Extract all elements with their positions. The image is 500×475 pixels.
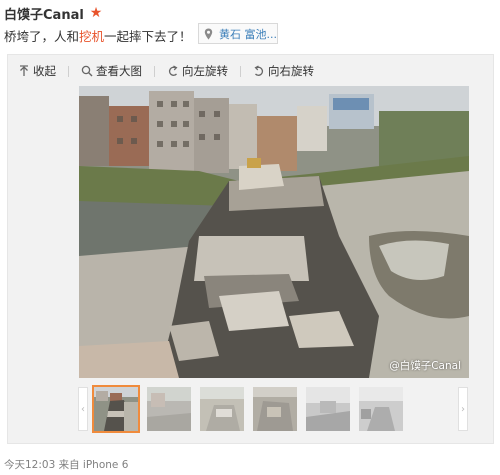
thumbnail-5[interactable] xyxy=(306,387,350,431)
media-panel: 收起 查看大图 向左旋转 向右旋转 @白馍子Canal ‹ › xyxy=(7,54,494,444)
rotate-right-button[interactable]: 向右旋转 xyxy=(253,63,314,79)
collapsed-bridge-photo xyxy=(79,86,469,378)
thumbnail-4[interactable] xyxy=(253,387,297,431)
view-large-button[interactable]: 查看大图 xyxy=(81,63,142,79)
rotate-right-icon xyxy=(254,65,264,76)
star-icon: ★ xyxy=(89,5,103,21)
thumbnails-next-button[interactable]: › xyxy=(458,387,468,431)
magnifier-icon xyxy=(81,65,93,77)
keyword-link[interactable]: 挖机 xyxy=(79,29,104,44)
author-name-link[interactable]: 白馍子Canal xyxy=(4,4,84,23)
view-large-label: 查看大图 xyxy=(96,64,142,78)
rotate-left-icon xyxy=(168,65,178,76)
thumbnail-strip: ‹ › xyxy=(8,383,495,435)
location-tag[interactable]: 黄石 富池... xyxy=(198,23,278,44)
thumbnail-6[interactable] xyxy=(359,387,403,431)
rotate-right-label: 向右旋转 xyxy=(268,64,314,78)
toolbar-divider xyxy=(240,65,241,77)
collapse-button[interactable]: 收起 xyxy=(18,63,56,79)
main-photo[interactable]: @白馍子Canal xyxy=(79,86,469,378)
thumbnail-2[interactable] xyxy=(147,387,191,431)
post-text-part: 一起摔下去了！ xyxy=(104,29,192,44)
rotate-left-label: 向左旋转 xyxy=(182,64,228,78)
thumbnail-image xyxy=(253,387,297,431)
thumbnail-3[interactable] xyxy=(200,387,244,431)
photo-watermark: @白馍子Canal xyxy=(389,360,461,372)
chevron-right-icon: › xyxy=(461,403,465,415)
rotate-left-button[interactable]: 向左旋转 xyxy=(167,63,228,79)
thumbnail-image xyxy=(359,387,403,431)
thumbnail-image xyxy=(147,387,191,431)
post-text-part: 桥垮了，人和 xyxy=(4,29,80,44)
thumbnails-prev-button[interactable]: ‹ xyxy=(78,387,88,431)
chevron-left-icon: ‹ xyxy=(81,403,85,415)
thumbnail-image xyxy=(200,387,244,431)
post-author: 白馍子Canal ★ xyxy=(4,4,103,23)
location-label: 黄石 富池... xyxy=(219,27,277,41)
image-toolbar: 收起 查看大图 向左旋转 向右旋转 xyxy=(18,61,326,81)
location-pin-icon xyxy=(204,28,213,39)
toolbar-divider xyxy=(154,65,155,77)
post-meta[interactable]: 今天12:03 来自 iPhone 6 xyxy=(4,457,128,472)
post-text: 桥垮了，人和挖机一起摔下去了！ xyxy=(4,26,192,45)
collapse-arrow-icon xyxy=(20,65,28,76)
thumbnail-1[interactable] xyxy=(92,385,140,433)
collapse-label: 收起 xyxy=(33,64,56,78)
thumbnail-image xyxy=(94,387,138,431)
thumbnail-image xyxy=(306,387,350,431)
toolbar-divider xyxy=(68,65,69,77)
